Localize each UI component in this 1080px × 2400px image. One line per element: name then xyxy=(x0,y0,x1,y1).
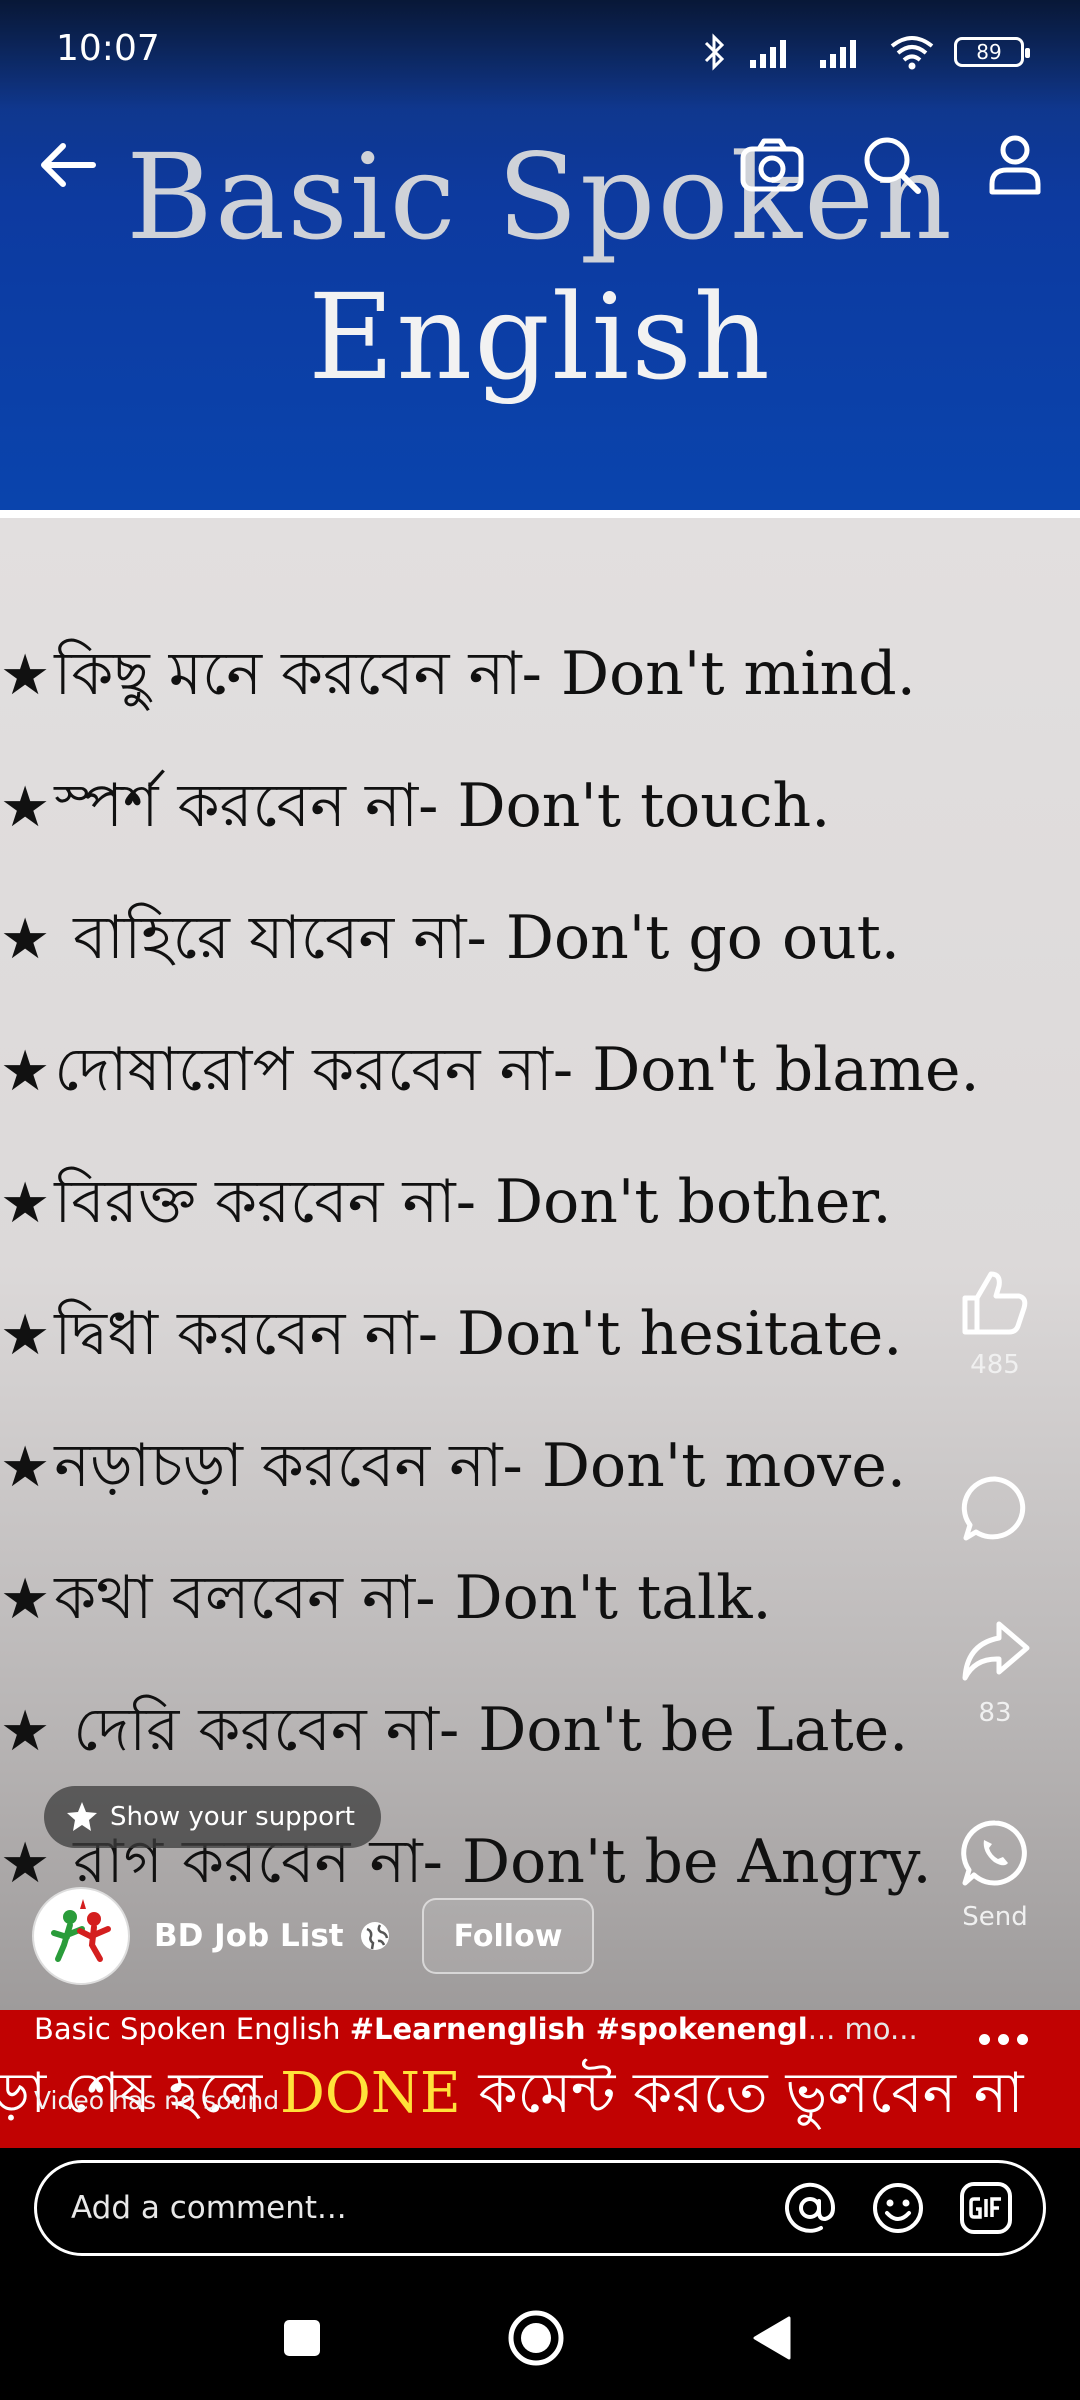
video-no-sound-notice: Video has no sound xyxy=(34,2086,280,2115)
logo-figures-icon xyxy=(51,1899,111,1962)
bluetooth-icon xyxy=(704,33,725,71)
status-bar: 10:07 89 xyxy=(0,0,1080,100)
show-support-button[interactable]: Show your support xyxy=(44,1786,381,1848)
like-count: 485 xyxy=(970,1350,1020,1380)
gif-button[interactable] xyxy=(957,2179,1015,2237)
signal-icon xyxy=(750,40,786,68)
square-icon xyxy=(284,2320,320,2356)
phrase-line: ★নড়াচড়া করবেন না- Don't move. xyxy=(0,1431,906,1501)
status-time: 10:07 xyxy=(56,28,160,69)
phrase-line: ★দ্বিধা করবেন না- Don't hesitate. xyxy=(0,1299,903,1369)
caption-more-link: ... mo... xyxy=(807,2012,918,2046)
battery-indicator: 89 xyxy=(954,37,1030,67)
arrow-left-icon xyxy=(41,143,96,187)
show-support-label: Show your support xyxy=(110,1802,355,1832)
phrase-line: ★বিরক্ত করবেন না- Don't bother. xyxy=(0,1167,892,1237)
video-title-line2: English xyxy=(308,268,772,406)
more-options-button[interactable] xyxy=(979,2034,1028,2045)
back-button[interactable] xyxy=(22,120,112,210)
like-button[interactable]: 485 xyxy=(940,1268,1050,1380)
phrase-line: ★ বাহিরে যাবেন না- Don't go out. xyxy=(0,903,900,973)
send-label: Send xyxy=(962,1902,1028,1932)
status-icons: 89 xyxy=(700,30,1030,74)
system-nav-bar xyxy=(0,2268,1080,2400)
camera-button[interactable] xyxy=(727,120,817,210)
mention-button[interactable] xyxy=(781,2179,839,2237)
profile-button[interactable] xyxy=(970,120,1060,210)
wifi-icon xyxy=(890,36,934,70)
more-dot xyxy=(998,2034,1009,2045)
more-dot xyxy=(979,2034,990,2045)
gif-icon xyxy=(960,2182,1012,2234)
comment-bar: Add a comment... xyxy=(0,2148,1080,2268)
phrase-line: ★স্পর্শ করবেন না- Don't touch. xyxy=(0,771,831,841)
person-icon xyxy=(989,135,1041,195)
send-button[interactable]: Send xyxy=(940,1818,1050,1932)
home-button[interactable] xyxy=(496,2298,576,2378)
camera-icon xyxy=(740,138,804,192)
share-count: 83 xyxy=(978,1698,1012,1728)
phrase-line: ★কিছু মনে করবেন না- Don't mind. xyxy=(0,639,916,709)
circle-icon xyxy=(508,2310,564,2366)
follow-button[interactable]: Follow xyxy=(421,1898,595,1974)
avatar[interactable] xyxy=(32,1887,130,1985)
top-app-bar xyxy=(0,120,1080,220)
comment-button[interactable] xyxy=(940,1474,1050,1544)
caption-hashtags: #Learnenglish #spokenengl xyxy=(349,2012,808,2046)
globe-icon xyxy=(360,1922,389,1950)
post-caption[interactable]: Basic Spoken English #Learnenglish #spok… xyxy=(34,2012,934,2046)
phrase-line: ★কথা বলবেন না- Don't talk. xyxy=(0,1563,772,1633)
signal-icon xyxy=(820,40,856,68)
comment-input[interactable]: Add a comment... xyxy=(34,2160,1046,2256)
triangle-back-icon xyxy=(753,2316,791,2360)
search-button[interactable] xyxy=(847,120,937,210)
video-divider xyxy=(0,510,1080,518)
author-row: BD Job List Follow xyxy=(32,1886,595,1986)
more-dot xyxy=(1017,2034,1028,2045)
at-sign-icon xyxy=(785,2182,836,2233)
back-nav-button[interactable] xyxy=(732,2298,812,2378)
search-icon xyxy=(864,137,921,194)
comment-placeholder: Add a comment... xyxy=(71,2190,347,2226)
author-name[interactable]: BD Job List xyxy=(154,1918,344,1954)
share-arrow-icon xyxy=(962,1621,1030,1681)
speech-bubble-icon xyxy=(961,1476,1026,1541)
thumbs-up-icon xyxy=(962,1271,1028,1335)
phrase-line: ★দোষারোপ করবেন না- Don't blame. xyxy=(0,1035,980,1105)
smiley-icon xyxy=(873,2183,923,2233)
phrase-line: ★ দেরি করবেন না- Don't be Late. xyxy=(0,1695,909,1765)
whatsapp-icon xyxy=(961,1820,1027,1886)
emoji-button[interactable] xyxy=(869,2179,927,2237)
recents-button[interactable] xyxy=(262,2298,342,2378)
gift-star-icon xyxy=(67,1802,97,1831)
share-button[interactable]: 83 xyxy=(940,1618,1050,1728)
